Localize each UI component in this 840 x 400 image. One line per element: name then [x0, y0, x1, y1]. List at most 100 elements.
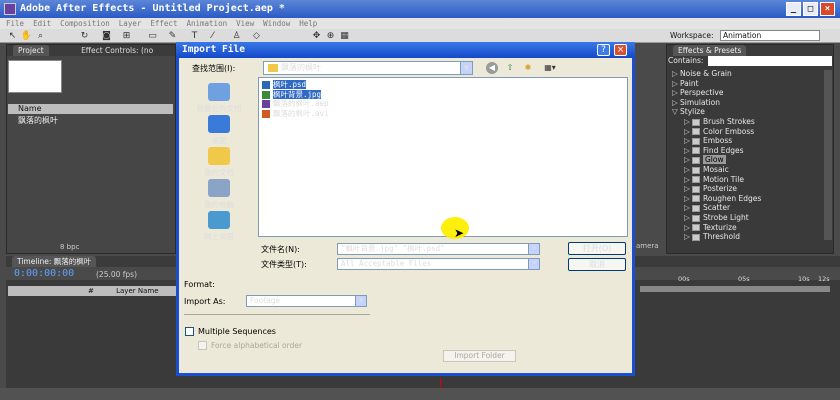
timecode-display[interactable]: 0:00:00:00	[14, 268, 74, 279]
cancel-button[interactable]: 取消	[568, 258, 626, 271]
menu-item-effect[interactable]: Effect	[150, 19, 177, 28]
chevron-down-icon[interactable]: ▼	[355, 296, 366, 306]
expanded-triangle-icon[interactable]: ▽	[672, 107, 680, 117]
menu-item-view[interactable]: View	[236, 19, 254, 28]
layer-name-column[interactable]: Layer Name	[116, 287, 158, 295]
back-icon[interactable]: ◀	[486, 62, 498, 74]
up-folder-icon[interactable]: ⇧	[504, 62, 516, 74]
effect-item[interactable]: ▷ Emboss	[684, 136, 732, 146]
tab-effect-controls[interactable]: Effect Controls: (no	[81, 46, 153, 55]
multiple-sequences-label[interactable]: Multiple Sequences	[198, 327, 276, 336]
pen-tool-icon[interactable]: ✎	[166, 30, 179, 42]
hand-tool-icon[interactable]: ✋	[20, 30, 33, 42]
menu-item-edit[interactable]: Edit	[33, 19, 51, 28]
menu-item-animation[interactable]: Animation	[186, 19, 227, 28]
zoom-tool-icon[interactable]: ⌕	[34, 30, 47, 42]
dialog-help-button[interactable]: ?	[597, 44, 610, 56]
file-item[interactable]: 枫叶背景.jpg	[262, 89, 323, 99]
effect-item[interactable]: ▷ Threshold	[684, 232, 740, 242]
chevron-down-icon[interactable]: ▼	[460, 62, 472, 74]
effect-item[interactable]: ▷ Glow	[684, 155, 726, 165]
workspace-dropdown[interactable]: Animation	[720, 30, 820, 41]
expand-triangle-icon[interactable]: ▷	[684, 165, 692, 175]
effect-item[interactable]: ▷ Find Edges	[684, 146, 744, 156]
effect-item[interactable]: ▷ Posterize	[684, 184, 737, 194]
minimize-button[interactable]: _	[786, 2, 801, 16]
place-my-documents[interactable]: 我的文档	[184, 147, 254, 178]
file-name-input[interactable]: "枫叶背景.jpg" "枫叶.psd" ▼	[337, 243, 540, 255]
tab-project[interactable]: Project	[13, 45, 49, 56]
force-alphabetical-checkbox[interactable]	[198, 341, 207, 350]
place-my-computer[interactable]: 我的电脑	[184, 179, 254, 210]
file-item[interactable]: 飘落的枫叶.avi	[262, 109, 331, 118]
import-folder-button[interactable]: Import Folder	[443, 350, 516, 362]
tab-effects-presets[interactable]: Effects & Presets	[673, 45, 747, 56]
dialog-close-button[interactable]: ×	[614, 44, 627, 56]
new-folder-icon[interactable]: ✱	[522, 62, 534, 74]
place-desktop[interactable]: 桌面	[184, 115, 254, 146]
menu-item-window[interactable]: Window	[263, 19, 290, 28]
effect-item[interactable]: ▷ Texturize	[684, 223, 737, 233]
expand-triangle-icon[interactable]: ▷	[684, 194, 692, 204]
collapsed-triangle-icon[interactable]: ▷	[672, 69, 680, 79]
axis-mode-icon[interactable]: ✥	[310, 30, 323, 42]
expand-triangle-icon[interactable]: ▷	[684, 184, 692, 194]
effect-item[interactable]: ▷ Scatter	[684, 203, 730, 213]
brush-tool-icon[interactable]: ⁄	[206, 30, 219, 42]
time-ruler[interactable]: 00s 05s 10s 12s	[640, 274, 830, 286]
effect-item[interactable]: ▷ Color Emboss	[684, 127, 754, 137]
menu-item-file[interactable]: File	[6, 19, 24, 28]
effects-search-input[interactable]	[708, 56, 832, 66]
open-button[interactable]: 打开(O)	[568, 242, 626, 255]
expand-triangle-icon[interactable]: ▷	[684, 146, 692, 156]
menu-item-composition[interactable]: Composition	[60, 19, 110, 28]
place-recent[interactable]: 我最近的文档	[184, 83, 254, 114]
effect-item[interactable]: ▷ Strobe Light	[684, 213, 749, 223]
clone-stamp-tool-icon[interactable]: ♙	[230, 30, 243, 42]
look-in-dropdown[interactable]: 飘落的枫叶 ▼	[263, 61, 473, 75]
tab-timeline[interactable]: Timeline: 飘落的枫叶	[12, 256, 97, 267]
effect-item[interactable]: ▷ Noise & Grain	[672, 69, 732, 79]
eraser-tool-icon[interactable]: ◇	[250, 30, 263, 42]
workspace-selector[interactable]: Workspace: Animation	[670, 29, 840, 43]
project-list-header[interactable]: Name	[8, 104, 173, 114]
collapsed-triangle-icon[interactable]: ▷	[672, 79, 680, 89]
file-item[interactable]: 飘落的枫叶.aep	[262, 99, 331, 108]
menu-item-layer[interactable]: Layer	[119, 19, 142, 28]
project-item-row[interactable]: 飘落的枫叶	[8, 116, 173, 126]
expand-triangle-icon[interactable]: ▷	[684, 175, 692, 185]
chevron-down-icon[interactable]: ▼	[528, 244, 539, 254]
view-menu-icon[interactable]: ▦▾	[540, 62, 560, 74]
chevron-down-icon[interactable]: ▼	[528, 259, 539, 269]
close-window-button[interactable]: ×	[820, 2, 835, 16]
expand-triangle-icon[interactable]: ▷	[684, 232, 692, 242]
camera-tool-icon[interactable]: ◙	[100, 30, 113, 42]
file-item[interactable]: 枫叶.psd	[262, 80, 308, 89]
expand-triangle-icon[interactable]: ▷	[684, 155, 692, 165]
effect-item[interactable]: ▷ Roughen Edges	[684, 194, 761, 204]
mask-tool-icon[interactable]: ▭	[146, 30, 159, 42]
name-column-header[interactable]: Name	[18, 104, 42, 113]
effect-item[interactable]: ▷ Brush Strokes	[684, 117, 755, 127]
selection-tool-icon[interactable]: ↖	[6, 30, 19, 42]
view-axis-icon[interactable]: ▦	[338, 30, 351, 42]
expand-triangle-icon[interactable]: ▷	[684, 136, 692, 146]
effect-item[interactable]: ▷ Mosaic	[684, 165, 729, 175]
expand-triangle-icon[interactable]: ▷	[684, 117, 692, 127]
effect-item[interactable]: ▷ Perspective	[672, 88, 723, 98]
effect-item[interactable]: ▷ Simulation	[672, 98, 720, 108]
place-network[interactable]: 网上邻居	[184, 211, 254, 242]
rotate-tool-icon[interactable]: ↻	[78, 30, 91, 42]
pan-behind-tool-icon[interactable]: ⊞	[120, 30, 133, 42]
collapsed-triangle-icon[interactable]: ▷	[672, 98, 680, 108]
world-axis-icon[interactable]: ⊕	[324, 30, 337, 42]
expand-triangle-icon[interactable]: ▷	[684, 213, 692, 223]
effect-item[interactable]: ▷ Motion Tile	[684, 175, 744, 185]
expand-triangle-icon[interactable]: ▷	[684, 223, 692, 233]
bpc-toggle[interactable]: 8 bpc	[60, 243, 79, 251]
effect-item[interactable]: ▽ Stylize	[672, 107, 705, 117]
multiple-sequences-checkbox[interactable]	[185, 327, 194, 336]
work-area-bar[interactable]	[640, 286, 830, 292]
expand-triangle-icon[interactable]: ▷	[684, 127, 692, 137]
file-type-select[interactable]: All Acceptable Files ▼	[337, 258, 540, 270]
